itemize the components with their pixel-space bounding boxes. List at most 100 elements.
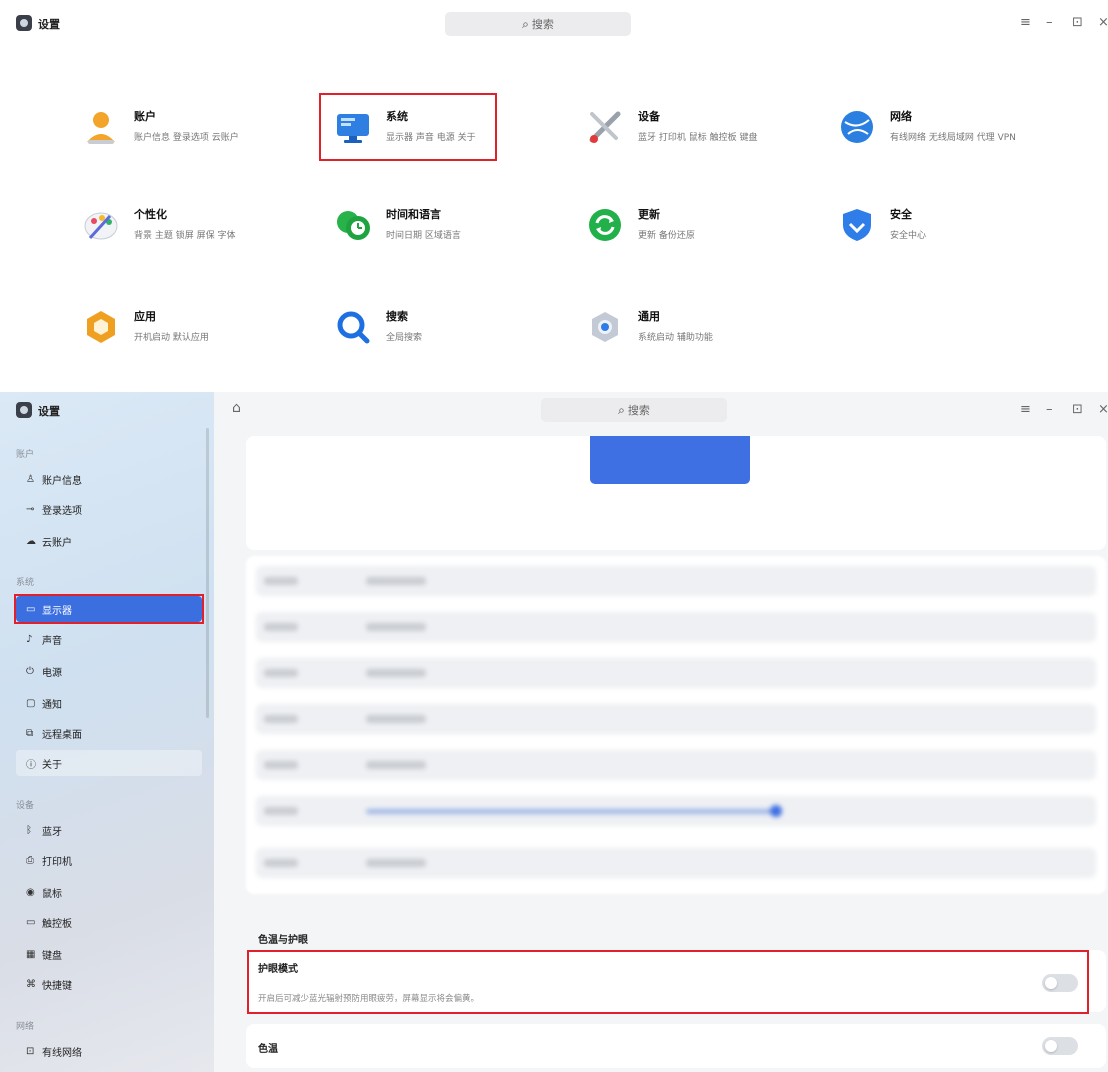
sidebar-item-label: 有线网络	[42, 1047, 82, 1059]
close-icon[interactable]: ×	[1098, 402, 1108, 417]
color-temperature-toggle[interactable]	[1042, 1037, 1078, 1055]
tile-security[interactable]: 安全 安全中心	[838, 202, 1078, 282]
sidebar-item-mouse[interactable]: ◉ 鼠标	[16, 879, 202, 905]
sidebar-item-login-options[interactable]: ⊸ 登录选项	[16, 496, 202, 522]
notification-icon: ▢	[26, 697, 36, 709]
user-icon: ♙	[26, 473, 35, 485]
sidebar-group-devices: 设备	[16, 801, 35, 811]
sidebar-item-bluetooth[interactable]: ᛒ 蓝牙	[16, 817, 202, 843]
blurred-setting-row	[256, 566, 1096, 596]
color-temperature-row: 色温	[246, 1024, 1106, 1068]
sidebar-item-notification[interactable]: ▢ 通知	[16, 690, 202, 716]
tile-subtitle: 时间日期 区域语言	[386, 231, 461, 241]
app-icon	[82, 308, 120, 346]
color-temperature-title: 色温	[258, 1044, 278, 1055]
minimize-icon[interactable]: –	[1046, 15, 1053, 30]
sidebar-item-label: 快捷键	[42, 980, 72, 992]
tile-subtitle: 蓝牙 打印机 鼠标 触控板 键盘	[638, 133, 758, 143]
close-icon[interactable]: ×	[1098, 15, 1108, 30]
search-app-icon	[334, 308, 372, 346]
window-title: 设置	[38, 405, 60, 418]
palette-icon	[82, 206, 120, 244]
sidebar-item-printer[interactable]: ⎙ 打印机	[16, 847, 202, 873]
sidebar: 设置 账户 ♙ 账户信息 ⊸ 登录选项 ☁ 云账户 系统 ▭ 显示器 ♪ 声音 ⏻ 电源 ▢…	[0, 392, 214, 1072]
blurred-setting-row	[256, 658, 1096, 688]
tile-update[interactable]: 更新 更新 备份还原	[586, 202, 826, 282]
keyboard-icon: ▦	[26, 948, 36, 960]
home-icon[interactable]: ⌂	[232, 400, 241, 416]
tile-search[interactable]: 搜索 全局搜索	[334, 304, 574, 384]
search-placeholder: 搜索	[627, 404, 650, 417]
sidebar-item-keyboard[interactable]: ▦ 键盘	[16, 941, 202, 967]
sidebar-item-power[interactable]: ⏻ 电源	[16, 658, 202, 684]
sidebar-item-label: 蓝牙	[42, 826, 62, 838]
sidebar-item-touchpad[interactable]: ▭ 触控板	[16, 909, 202, 935]
tile-title: 设备	[638, 110, 660, 123]
time-language-icon	[334, 206, 372, 244]
touchpad-icon: ▭	[26, 916, 36, 928]
tile-time-language[interactable]: 时间和语言 时间日期 区域语言	[334, 202, 574, 282]
sidebar-group-network: 网络	[16, 1022, 35, 1032]
shield-icon	[838, 206, 876, 244]
display-preview-panel	[246, 436, 1106, 550]
tile-apps[interactable]: 应用 开机启动 默认应用	[82, 304, 322, 384]
shortcut-icon: ⌘	[26, 978, 36, 990]
main-content: ⌂ ⌕ 搜索 ≡ – ⊡ × 色温与护眼 护眼模式 开启后可减少蓝光辐射预防用眼…	[214, 392, 1108, 1072]
sidebar-item-label: 电源	[42, 667, 62, 679]
sidebar-group-account: 账户	[16, 450, 35, 460]
sidebar-item-label: 鼠标	[42, 888, 62, 900]
tile-title: 网络	[890, 110, 912, 123]
tile-devices[interactable]: 设备 蓝牙 打印机 鼠标 触控板 键盘	[586, 104, 826, 184]
tile-title: 搜索	[386, 310, 408, 323]
search-input[interactable]: ⌕ 搜索	[541, 398, 727, 422]
search-input[interactable]: ⌕ 搜索	[445, 12, 631, 36]
sidebar-item-shortcuts[interactable]: ⌘ 快捷键	[16, 971, 202, 997]
section-title-color-temperature: 色温与护眼	[258, 935, 308, 946]
search-icon: ⌕	[618, 402, 625, 417]
tile-title: 时间和语言	[386, 208, 441, 221]
search-icon: ⌕	[522, 16, 529, 31]
general-icon	[586, 308, 624, 346]
sidebar-item-cloud-account[interactable]: ☁ 云账户	[16, 528, 202, 554]
sidebar-item-sound[interactable]: ♪ 声音	[16, 626, 202, 652]
tile-title: 账户	[134, 110, 156, 123]
sidebar-item-label: 云账户	[42, 537, 72, 549]
minimize-icon[interactable]: –	[1046, 402, 1053, 417]
tile-subtitle: 账户信息 登录选项 云账户	[134, 133, 239, 143]
sidebar-item-wired-network[interactable]: ⊡ 有线网络	[16, 1038, 202, 1064]
title-bar: 设置 ⌕ 搜索 ≡ – ⊡ ×	[0, 0, 1108, 46]
monitor-preview[interactable]	[590, 436, 750, 484]
tile-subtitle: 有线网络 无线局域网 代理 VPN	[890, 133, 1016, 143]
tile-title: 安全	[890, 208, 912, 221]
info-icon: ⓘ	[26, 759, 36, 771]
sidebar-item-label: 触控板	[42, 918, 72, 930]
tile-general[interactable]: 通用 系统启动 辅助功能	[586, 304, 826, 384]
blurred-setting-row	[256, 704, 1096, 734]
bluetooth-icon: ᛒ	[26, 824, 32, 836]
printer-icon: ⎙	[26, 854, 34, 866]
menu-icon[interactable]: ≡	[1020, 402, 1031, 417]
sidebar-item-label: 通知	[42, 699, 62, 711]
menu-icon[interactable]: ≡	[1020, 15, 1031, 30]
sidebar-item-label: 账户信息	[42, 475, 82, 487]
restore-icon[interactable]: ⊡	[1072, 15, 1083, 30]
blurred-slider-row	[256, 796, 1096, 826]
cloud-icon: ☁	[26, 535, 36, 547]
sidebar-item-label: 键盘	[42, 950, 62, 962]
sidebar-item-about[interactable]: ⓘ 关于	[16, 750, 202, 776]
restore-icon[interactable]: ⊡	[1072, 402, 1083, 417]
sidebar-item-remote-desktop[interactable]: ⧉ 远程桌面	[16, 720, 202, 746]
blurred-setting-row	[256, 612, 1096, 642]
display-settings-panel-blurred	[246, 556, 1106, 894]
highlight-system-tile	[319, 93, 497, 161]
tile-network[interactable]: 网络 有线网络 无线局域网 代理 VPN	[838, 104, 1078, 184]
sidebar-group-system: 系统	[16, 578, 35, 588]
sidebar-item-label: 关于	[42, 759, 62, 771]
tile-personalization[interactable]: 个性化 背景 主题 锁屏 屏保 字体	[82, 202, 322, 282]
tile-title: 通用	[638, 310, 660, 323]
sidebar-scrollbar[interactable]	[206, 428, 209, 718]
tile-account[interactable]: 账户 账户信息 登录选项 云账户	[82, 104, 322, 184]
tile-title: 应用	[134, 310, 156, 323]
sidebar-item-account-info[interactable]: ♙ 账户信息	[16, 466, 202, 492]
window-title: 设置	[38, 18, 60, 31]
